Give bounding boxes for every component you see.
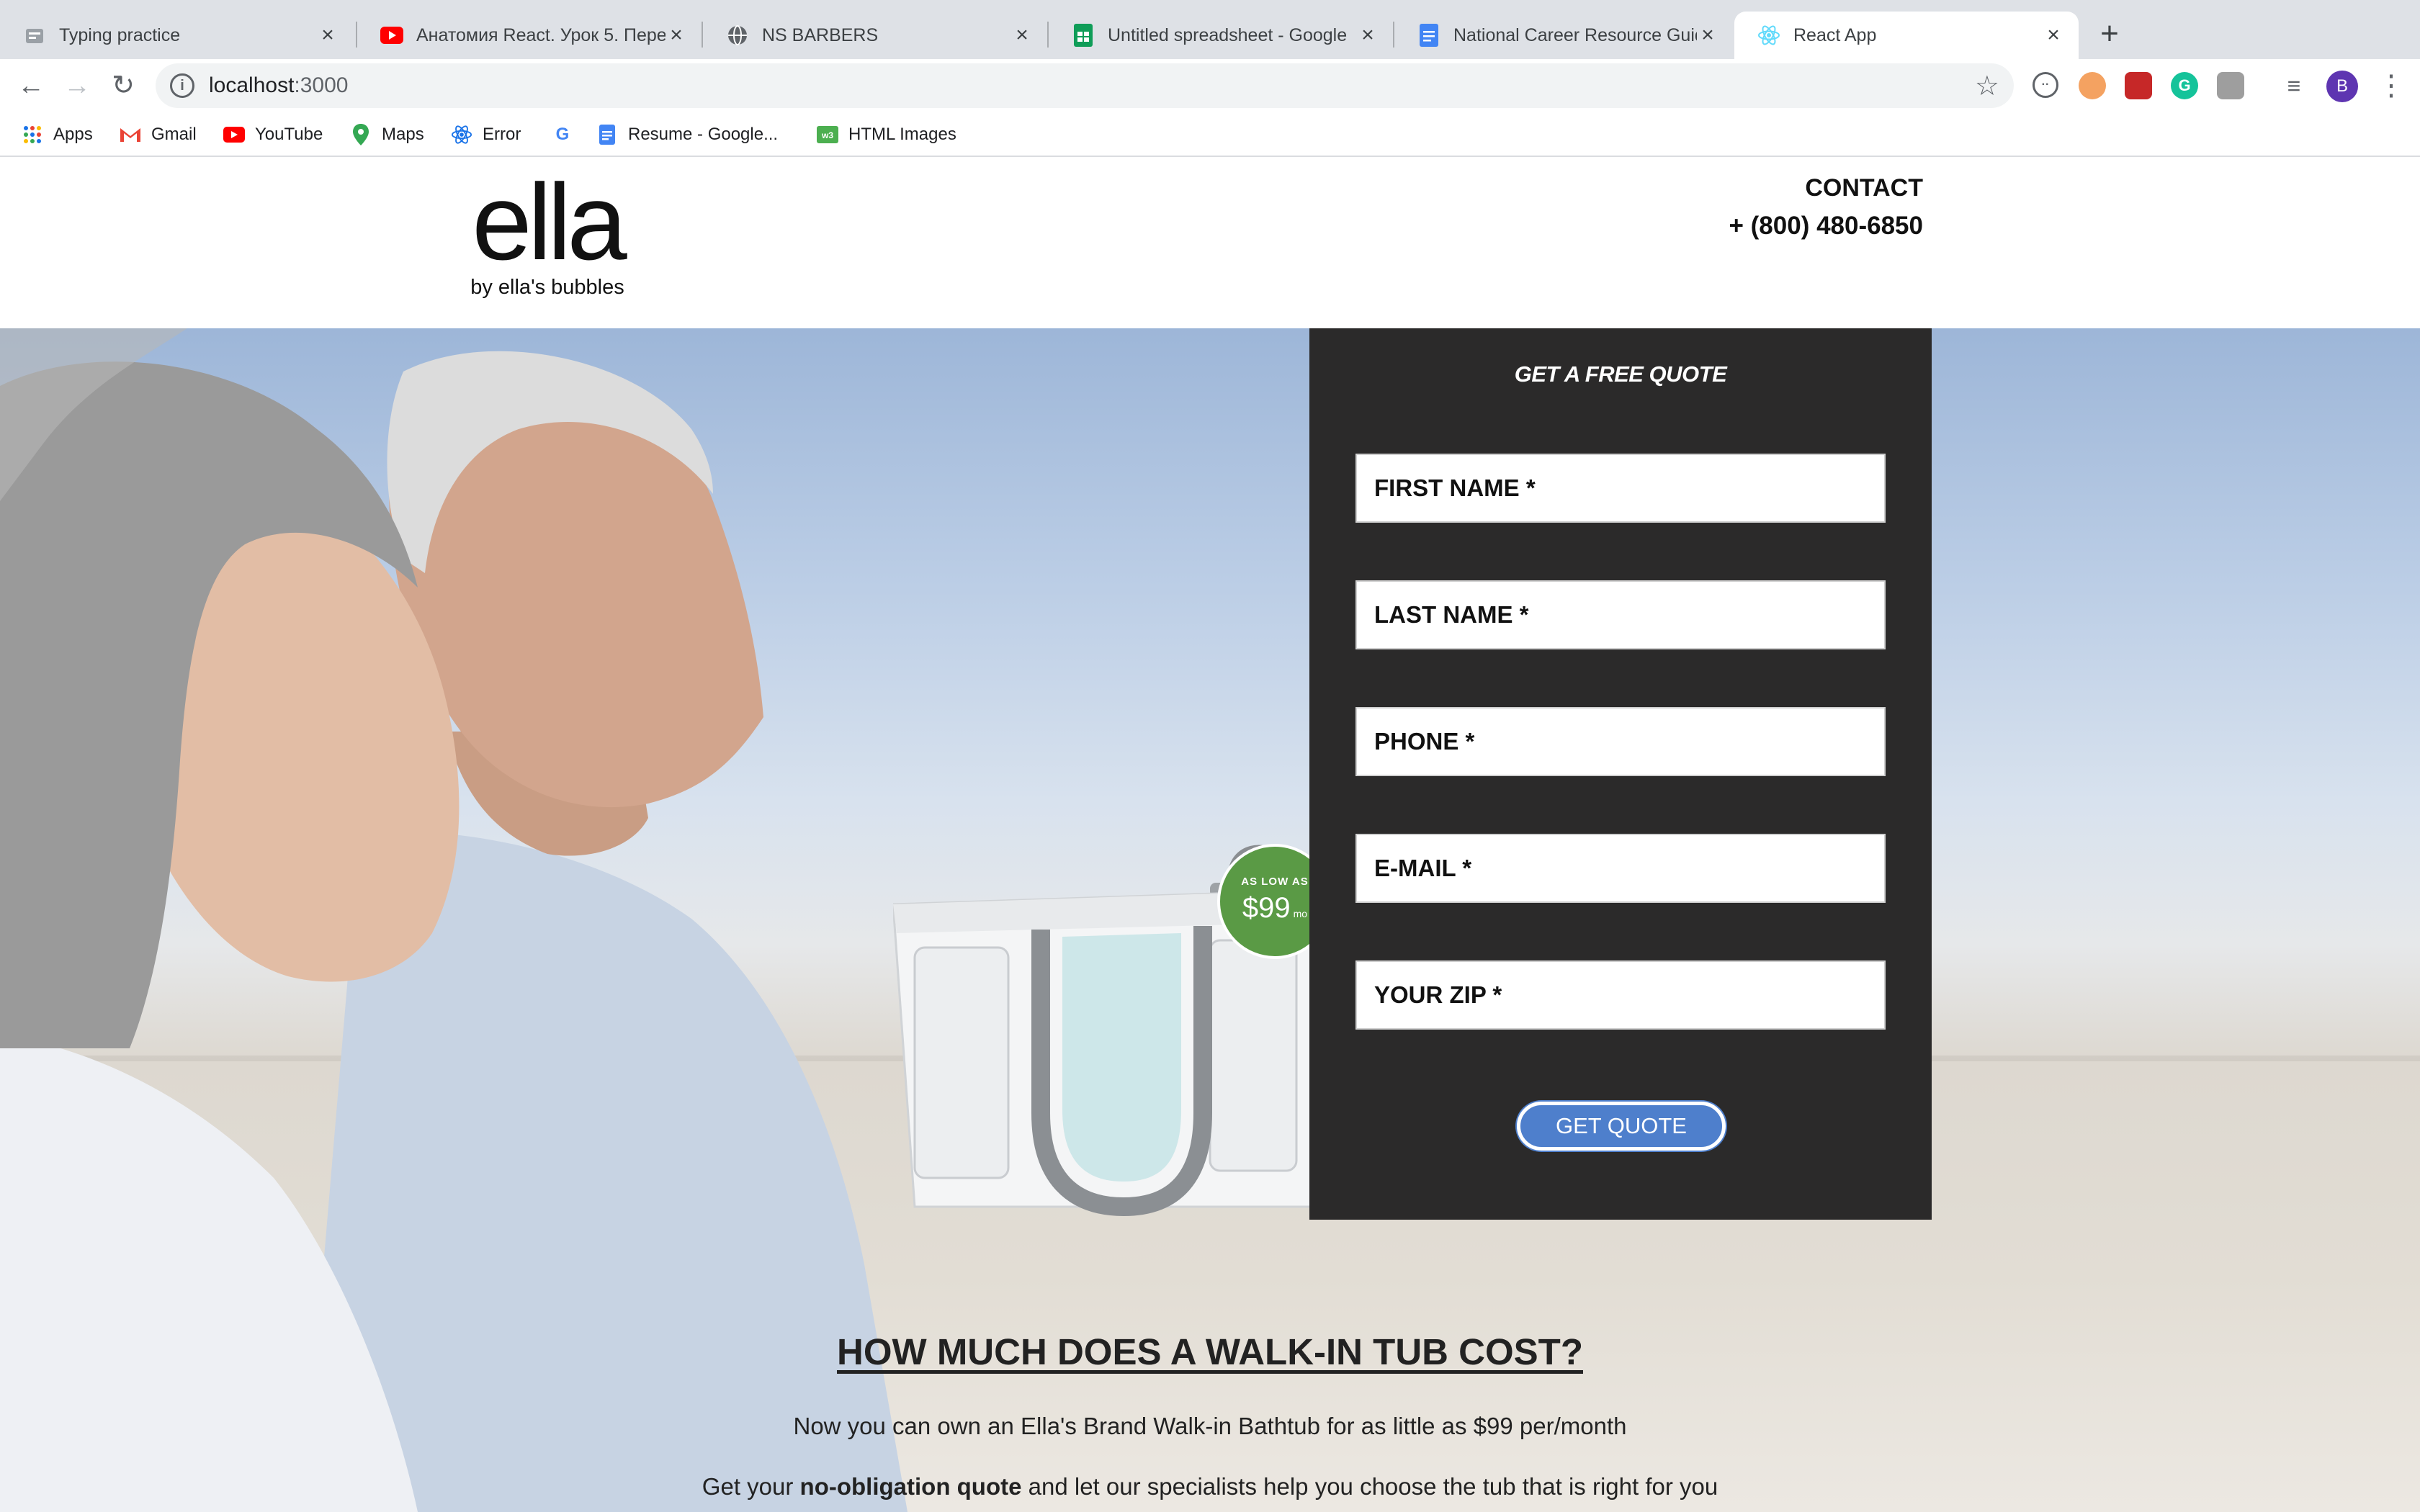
bookmark-label: Resume - Google... <box>628 125 779 144</box>
grammarly-icon[interactable]: G <box>2171 72 2198 99</box>
bookmark-label: Maps <box>382 125 424 144</box>
google-g-icon: G <box>555 125 570 144</box>
tab-national-career-guide[interactable]: National Career Resource Guid × <box>1394 12 1733 59</box>
bookmark-apps[interactable]: Apps <box>22 121 93 148</box>
address-url: localhost:3000 <box>209 73 349 97</box>
youtube-icon <box>380 24 403 47</box>
close-icon[interactable]: × <box>317 23 339 48</box>
bookmark-label: Gmail <box>151 125 197 144</box>
react-icon <box>1757 24 1780 47</box>
contact-label: CONTACT <box>1805 174 1923 202</box>
react-icon <box>451 124 472 145</box>
bookmark-label: Apps <box>53 125 93 144</box>
logo-tagline: by ella's bubbles <box>470 276 624 299</box>
bookmark-resume[interactable]: Resume - Google... <box>596 121 778 148</box>
sheets-icon <box>1072 24 1095 47</box>
close-icon[interactable]: × <box>1011 23 1033 48</box>
w3schools-icon: w3 <box>817 124 838 145</box>
browser-toolbar: ← → ↻ i localhost:3000 ☆ ·· G ≡ B ⋮ <box>0 59 2420 112</box>
contact-phone[interactable]: + (800) 480-6850 <box>1729 212 1923 240</box>
close-icon[interactable]: × <box>2043 23 2064 48</box>
new-tab-button[interactable]: + <box>2092 16 2128 52</box>
media-control-icon[interactable]: ≡ <box>2280 72 2308 99</box>
close-icon[interactable]: × <box>666 23 687 48</box>
extension-icon[interactable] <box>2079 72 2106 99</box>
profile-avatar[interactable]: B <box>2326 71 2358 102</box>
tab-title: React App <box>1793 24 1877 45</box>
bookmark-error[interactable]: Error <box>451 121 521 148</box>
typing-icon <box>23 24 46 47</box>
close-icon[interactable]: × <box>1357 23 1379 48</box>
bookmark-youtube[interactable]: YouTube <box>223 121 323 148</box>
tab-typing-practice[interactable]: Typing practice × <box>0 12 353 59</box>
quote-form-title: GET A FREE QUOTE <box>1514 361 1727 387</box>
tab-strip: Typing practice × Анатомия React. Урок 5… <box>0 0 2420 59</box>
bookmark-star-icon[interactable]: ☆ <box>1975 70 1999 102</box>
phone-field[interactable] <box>1355 707 1886 776</box>
bookmark-html-images[interactable]: w3 HTML Images <box>817 121 956 148</box>
logo-wordmark: ella <box>472 179 627 282</box>
cost-description: Now you can own an Ella's Brand Walk-in … <box>793 1413 1627 1439</box>
gmail-icon <box>120 124 141 145</box>
page-viewport: ella by ella's bubbles CONTACT + (800) 4… <box>0 157 2420 1512</box>
bookmark-maps[interactable]: Maps <box>350 121 424 148</box>
zip-field[interactable] <box>1355 960 1886 1030</box>
price-badge-per: mo <box>1293 908 1308 919</box>
apps-grid-icon <box>22 124 43 145</box>
bookmark-label: HTML Images <box>848 125 956 144</box>
bookmark-google[interactable]: G <box>552 121 583 148</box>
docs-icon <box>1417 24 1440 47</box>
tab-untitled-spreadsheet[interactable]: Untitled spreadsheet - Google × <box>1049 12 1393 59</box>
tab-title: National Career Resource Guid <box>1453 24 1697 45</box>
tab-title: Untitled spreadsheet - Google <box>1108 24 1348 45</box>
extension-icon[interactable] <box>2217 72 2244 99</box>
tab-title: Typing practice <box>59 24 181 45</box>
site-header: ella by ella's bubbles CONTACT + (800) 4… <box>0 157 2420 328</box>
extension-icon[interactable]: ·· <box>2033 72 2058 98</box>
docs-icon <box>596 124 618 145</box>
tab-react-app[interactable]: React App × <box>1734 12 2079 59</box>
back-arrow-icon[interactable]: ← <box>14 69 48 102</box>
extension-icon[interactable] <box>2125 72 2152 99</box>
browser-menu-icon[interactable]: ⋮ <box>2377 69 2406 102</box>
tab-react-anatomy[interactable]: Анатомия React. Урок 5. Пере × <box>357 12 702 59</box>
hero-section: AS LOW AS $99mo GET A FREE QUOTE GET QUO… <box>0 328 2420 1512</box>
site-info-icon[interactable]: i <box>170 73 194 98</box>
address-bar[interactable]: i localhost:3000 ☆ <box>156 63 2014 108</box>
email-field[interactable] <box>1355 834 1886 903</box>
bookmark-gmail[interactable]: Gmail <box>120 121 197 148</box>
tab-ns-barbers[interactable]: NS BARBERS × <box>703 12 1047 59</box>
price-badge-amount: $99 <box>1242 892 1291 924</box>
maps-pin-icon <box>350 124 372 145</box>
quote-cta-text: Get your no-obligation quote and let our… <box>702 1473 1718 1500</box>
bookmark-label: YouTube <box>255 125 323 144</box>
ella-logo[interactable]: ella by ella's bubbles <box>447 179 648 308</box>
tab-title: Анатомия React. Урок 5. Пере <box>416 24 666 45</box>
first-name-field[interactable] <box>1355 454 1886 523</box>
youtube-icon <box>223 124 245 145</box>
tab-title: NS BARBERS <box>762 24 879 45</box>
last-name-field[interactable] <box>1355 580 1886 649</box>
forward-arrow-icon[interactable]: → <box>60 69 94 102</box>
globe-icon <box>726 24 749 47</box>
bookmark-label: Error <box>483 125 521 144</box>
get-quote-button[interactable]: GET QUOTE <box>1517 1102 1726 1151</box>
quote-form-panel: GET A FREE QUOTE GET QUOTE <box>1309 328 1932 1220</box>
cost-heading: HOW MUCH DOES A WALK-IN TUB COST? <box>837 1331 1583 1372</box>
bookmarks-bar: Apps Gmail YouTube Maps Error G Resume -… <box>0 112 2420 157</box>
svg-text:w3: w3 <box>821 130 833 140</box>
reload-icon[interactable]: ↻ <box>107 69 140 102</box>
close-icon[interactable]: × <box>1697 23 1718 48</box>
